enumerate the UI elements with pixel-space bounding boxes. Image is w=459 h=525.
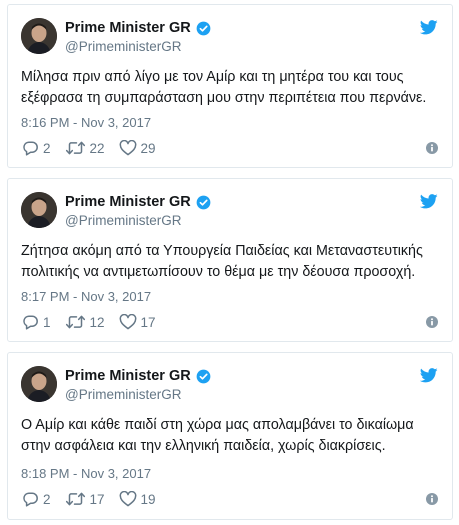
reply-button[interactable]: 2 [22, 140, 51, 156]
like-button[interactable]: 29 [119, 140, 156, 156]
reply-button[interactable]: 2 [22, 491, 51, 507]
like-button[interactable]: 17 [119, 314, 156, 330]
retweet-button[interactable]: 22 [65, 140, 105, 156]
reply-icon [23, 141, 38, 156]
retweet-count: 12 [89, 314, 105, 330]
twitter-bird-icon[interactable] [420, 20, 438, 35]
display-name[interactable]: Prime Minister GR [65, 20, 191, 36]
display-name[interactable]: Prime Minister GR [65, 194, 191, 210]
tweet-text: Μίλησα πριν από λίγο με τον Αμίρ και τη … [21, 67, 446, 109]
like-icon [119, 491, 136, 507]
tweet-text-line: Μίλησα πριν από λίγο με τον Αμίρ και τη … [21, 69, 404, 85]
avatar[interactable] [21, 366, 57, 402]
tweet-text: Ο Αμίρ και κάθε παιδί στη χώρα μας απολα… [21, 415, 446, 457]
profile-photo-icon [21, 192, 57, 228]
like-button[interactable]: 19 [119, 491, 156, 507]
avatar[interactable] [21, 18, 57, 54]
twitter-bird-icon[interactable] [420, 194, 438, 209]
tweet-text: Ζήτησα ακόμη από τα Υπουργεία Παιδείας κ… [21, 241, 446, 283]
info-icon[interactable] [426, 142, 438, 154]
tweet-text-line: πολιτικής να αντιμετωπίσουν το θέμα με τ… [21, 264, 416, 280]
like-count: 19 [140, 491, 156, 507]
like-icon [119, 140, 136, 156]
tweet-timestamp[interactable]: 8:17 PM - Nov 3, 2017 [21, 289, 151, 304]
retweet-button[interactable]: 12 [65, 314, 105, 330]
retweet-icon [65, 492, 85, 506]
tweet-timestamp[interactable]: 8:18 PM - Nov 3, 2017 [21, 466, 151, 481]
tweet-text-line: Ο Αμίρ και κάθε παιδί στη χώρα μας απολα… [21, 417, 414, 433]
author-name-row[interactable]: Prime Minister GR [65, 19, 211, 37]
like-count: 29 [140, 140, 156, 156]
verified-badge-icon [196, 195, 211, 209]
tweet-actions: 2 17 19 [22, 490, 170, 508]
info-icon[interactable] [426, 493, 438, 505]
tweet-card[interactable]: Prime Minister GR @PrimeministerGR Μίλησ… [7, 4, 453, 168]
verified-badge-icon [196, 369, 211, 383]
tweet-text-line: Ζήτησα ακόμη από τα Υπουργεία Παιδείας κ… [21, 243, 423, 259]
retweet-count: 17 [89, 491, 105, 507]
tweet-text-line: στην ασφάλεια και την ελληνική παιδεία, … [21, 438, 386, 454]
tweet-card[interactable]: Prime Minister GR @PrimeministerGR Ο Αμί… [7, 352, 453, 520]
info-icon[interactable] [426, 316, 438, 328]
tweet-actions: 1 12 17 [22, 313, 170, 331]
twitter-bird-icon[interactable] [420, 368, 438, 383]
retweet-button[interactable]: 17 [65, 491, 105, 507]
user-handle[interactable]: @PrimeministerGR [65, 387, 181, 402]
tweet-actions: 2 22 29 [22, 139, 170, 157]
like-count: 17 [140, 314, 156, 330]
reply-count: 2 [43, 491, 51, 507]
profile-photo-icon [21, 366, 57, 402]
author-name-row[interactable]: Prime Minister GR [65, 193, 211, 211]
reply-icon [23, 492, 38, 507]
like-icon [119, 314, 136, 330]
user-handle[interactable]: @PrimeministerGR [65, 39, 181, 54]
verified-badge-icon [196, 21, 211, 35]
tweet-timestamp[interactable]: 8:16 PM - Nov 3, 2017 [21, 115, 151, 130]
tweet-text-line: εξέφρασα τη συμπαράσταση μου στην περιπέ… [21, 90, 427, 106]
reply-count: 2 [43, 140, 51, 156]
avatar[interactable] [21, 192, 57, 228]
reply-icon [23, 315, 38, 330]
display-name[interactable]: Prime Minister GR [65, 368, 191, 384]
user-handle[interactable]: @PrimeministerGR [65, 213, 181, 228]
tweet-card[interactable]: Prime Minister GR @PrimeministerGR Ζήτησ… [7, 178, 453, 342]
author-name-row[interactable]: Prime Minister GR [65, 367, 211, 385]
profile-photo-icon [21, 18, 57, 54]
reply-button[interactable]: 1 [22, 314, 51, 330]
retweet-count: 22 [89, 140, 105, 156]
reply-count: 1 [43, 314, 51, 330]
retweet-icon [65, 141, 85, 155]
retweet-icon [65, 315, 85, 329]
